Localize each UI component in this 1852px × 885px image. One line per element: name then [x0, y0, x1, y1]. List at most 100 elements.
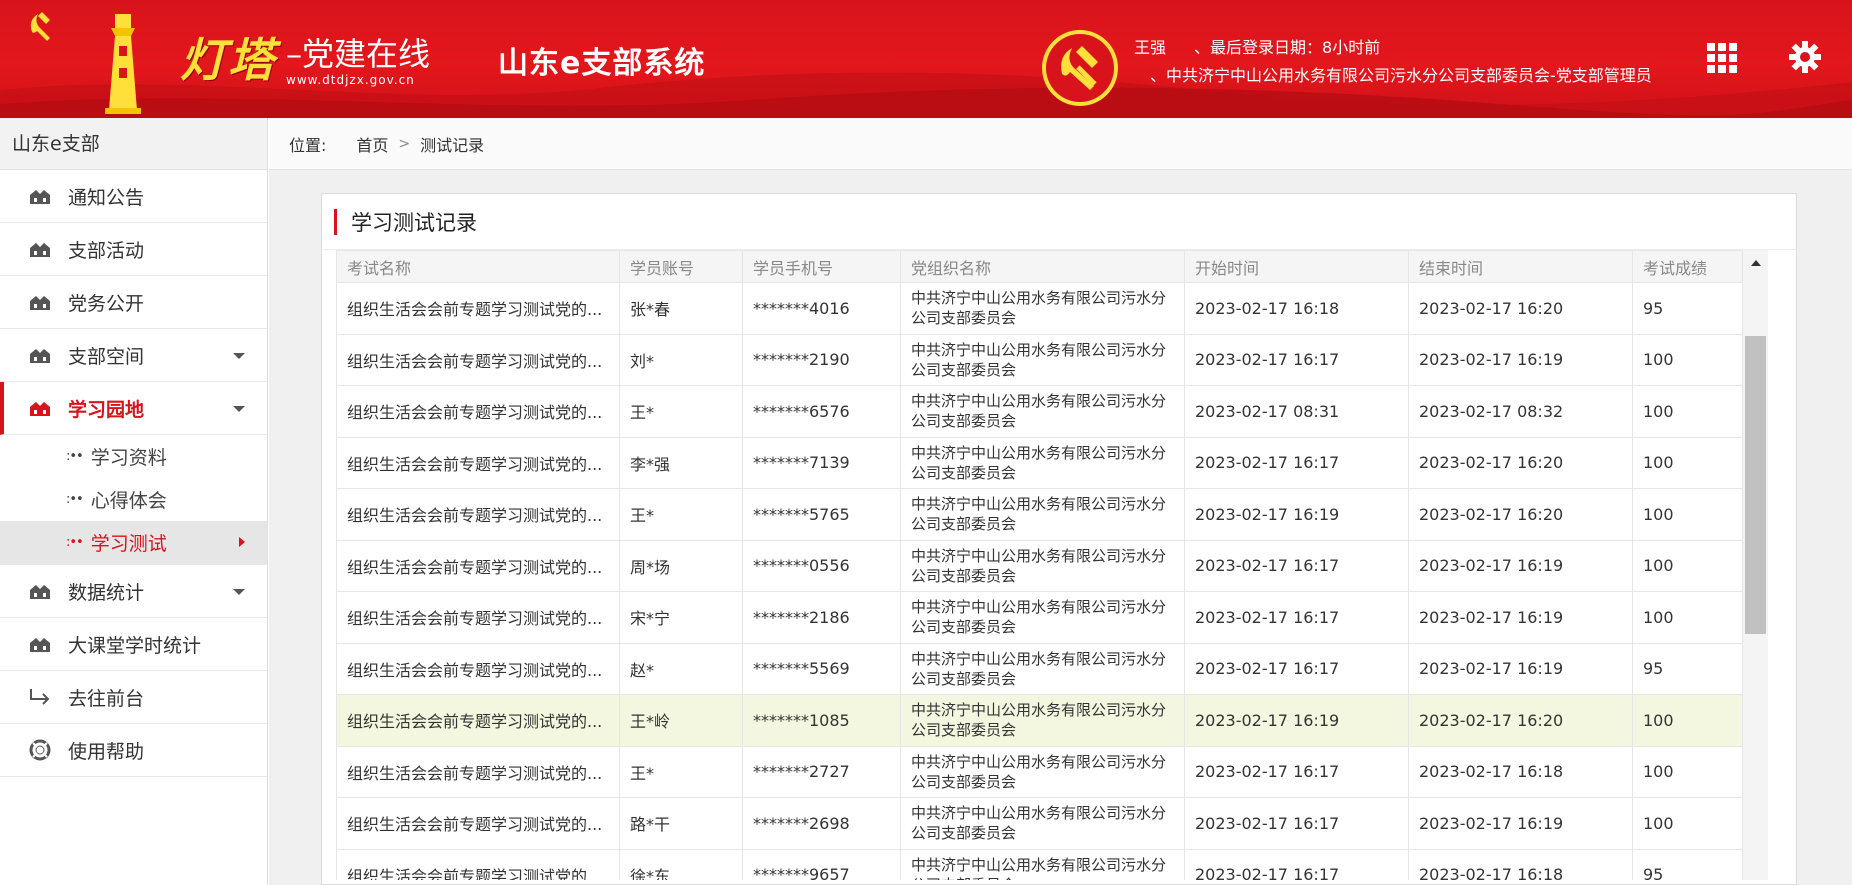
score-cell: 95	[1632, 282, 1757, 335]
student-phone-cell: *******2698	[742, 797, 901, 850]
start-time-cell: 2023-02-17 16:17	[1184, 333, 1409, 386]
title-accent-bar	[334, 208, 337, 235]
sidebar-submenu: :•• 学习资料 :•• 心得体会 :•• 学习测试	[0, 435, 267, 565]
sidebar-item-help[interactable]: 使用帮助	[0, 724, 267, 777]
column-header[interactable]: 结束时间	[1408, 250, 1633, 283]
exam-name-cell: 组织生活会会前专题学习测试党的...	[336, 694, 620, 747]
scrollbar-thumb[interactable]	[1745, 336, 1766, 634]
org-name-cell: 中共济宁中山公用水务有限公司污水分公司支部委员会	[900, 488, 1185, 541]
sidebar-item-notices[interactable]: 通知公告	[0, 170, 267, 223]
table-row[interactable]: 组织生活会会前专题学习测试党的... 张*春 *******4016 中共济宁中山公用…	[336, 282, 1757, 335]
sidebar-item-label: 学习园地	[68, 398, 145, 421]
column-header[interactable]: 考试名称	[336, 250, 620, 283]
exam-name-cell: 组织生活会会前专题学习测试党的...	[336, 333, 620, 386]
exam-name-cell: 组织生活会会前专题学习测试党的...	[336, 591, 620, 644]
end-time-cell: 2023-02-17 08:32	[1408, 385, 1633, 438]
column-header[interactable]: 学员账号	[619, 250, 743, 283]
student-phone-cell: *******2727	[742, 745, 901, 798]
table-row[interactable]: 组织生活会会前专题学习测试党的... 王* *******5765 中共济宁中山公用水…	[336, 488, 1757, 541]
list-dots-icon: :••	[66, 535, 84, 550]
score-cell: 100	[1632, 385, 1757, 438]
end-time-cell: 2023-02-17 16:18	[1408, 848, 1633, 880]
student-phone-cell: *******9657	[742, 848, 901, 880]
table-row[interactable]: 组织生活会会前专题学习测试党的... 刘* *******2190 中共济宁中山公用水…	[336, 333, 1757, 386]
sidebar-item-party-affairs[interactable]: 党务公开	[0, 276, 267, 329]
user-name[interactable]: 王强	[1134, 34, 1166, 58]
table-row[interactable]: 组织生活会会前专题学习测试党的... 周*场 *******0556 中共济宁中山公用…	[336, 539, 1757, 592]
sidebar-item-study-garden[interactable]: 学习园地	[0, 382, 267, 435]
score-cell: 100	[1632, 797, 1757, 850]
score-cell: 95	[1632, 642, 1757, 695]
start-time-cell: 2023-02-17 16:17	[1184, 436, 1409, 489]
score-cell: 95	[1632, 848, 1757, 880]
gear-icon[interactable]	[1788, 40, 1822, 74]
exam-name-cell: 组织生活会会前专题学习测试党的...	[336, 797, 620, 850]
chevron-down-icon	[233, 589, 245, 595]
sidebar-item-go-frontend[interactable]: 去往前台	[0, 671, 267, 724]
score-cell: 100	[1632, 694, 1757, 747]
help-lifebuoy-icon	[28, 739, 52, 761]
sidebar-item-label: 使用帮助	[68, 740, 145, 763]
student-phone-cell: *******0556	[742, 539, 901, 592]
start-time-cell: 2023-02-17 16:17	[1184, 848, 1409, 880]
table-row[interactable]: 组织生活会会前专题学习测试党的... 王* *******6576 中共济宁中山公用水…	[336, 385, 1757, 438]
table-row[interactable]: 组织生活会会前专题学习测试党的... 李*强 *******7139 中共济宁中山公用…	[336, 436, 1757, 489]
sidebar-subitem-study-materials[interactable]: :•• 学习资料	[0, 435, 267, 478]
sidebar-item-label: 支部空间	[68, 345, 145, 368]
student-phone-cell: *******7139	[742, 436, 901, 489]
end-time-cell: 2023-02-17 16:18	[1408, 745, 1633, 798]
table-row[interactable]: 组织生活会会前专题学习测试党的... 宋*宁 *******2186 中共济宁中山公用…	[336, 591, 1757, 644]
apps-grid-icon[interactable]	[1707, 43, 1737, 73]
exam-name-cell: 组织生活会会前专题学习测试党的...	[336, 642, 620, 695]
vertical-scrollbar[interactable]	[1742, 250, 1768, 880]
table-row[interactable]: 组织生活会会前专题学习测试党的... 路*干 *******2698 中共济宁中山公用…	[336, 797, 1757, 850]
org-name-cell: 中共济宁中山公用水务有限公司污水分公司支部委员会	[900, 333, 1185, 386]
list-dots-icon: :••	[66, 449, 84, 464]
end-time-cell: 2023-02-17 16:20	[1408, 282, 1633, 335]
column-header[interactable]: 学员手机号	[742, 250, 901, 283]
panel-title: 学习测试记录	[322, 194, 1796, 250]
chevron-down-icon	[233, 353, 245, 359]
student-phone-cell: *******5765	[742, 488, 901, 541]
student-phone-cell: *******2186	[742, 591, 901, 644]
student-account-cell: 李*强	[619, 436, 743, 489]
redirect-arrow-icon	[28, 687, 52, 707]
table-row[interactable]: 组织生活会会前专题学习测试党的... 王*岭 *******1085 中共济宁中山公用…	[336, 694, 1757, 747]
sidebar-item-label: 大课堂学时统计	[68, 634, 202, 657]
table-row[interactable]: 组织生活会会前专题学习测试党的... 赵* *******5569 中共济宁中山公用水…	[336, 642, 1757, 695]
sidebar-item-class-hours[interactable]: 大课堂学时统计	[0, 618, 267, 671]
end-time-cell: 2023-02-17 16:19	[1408, 539, 1633, 592]
sidebar-item-label: 数据统计	[68, 581, 145, 604]
start-time-cell: 2023-02-17 16:19	[1184, 488, 1409, 541]
sidebar-subitem-study-test[interactable]: :•• 学习测试	[0, 521, 267, 564]
sidebar-item-statistics[interactable]: 数据统计	[0, 565, 267, 618]
logo-sub-text: –党建在线	[286, 35, 431, 73]
sidebar-title: 山东e支部	[0, 118, 267, 170]
sidebar-subitem-experiences[interactable]: :•• 心得体会	[0, 478, 267, 521]
exam-name-cell: 组织生活会会前专题学习测试党的...	[336, 488, 620, 541]
chevron-right-icon: >	[398, 135, 411, 152]
breadcrumb-home-link[interactable]: 首页	[356, 132, 388, 156]
sidebar-item-branch-activities[interactable]: 支部活动	[0, 223, 267, 276]
org-name-cell: 中共济宁中山公用水务有限公司污水分公司支部委员会	[900, 385, 1185, 438]
building-icon	[28, 581, 52, 601]
column-header[interactable]: 党组织名称	[900, 250, 1185, 283]
score-cell: 100	[1632, 333, 1757, 386]
site-logo[interactable]: 灯塔 –党建在线 www.dtdjzx.gov.cn	[180, 24, 431, 87]
org-name-cell: 中共济宁中山公用水务有限公司污水分公司支部委员会	[900, 282, 1185, 335]
end-time-cell: 2023-02-17 16:20	[1408, 488, 1633, 541]
student-account-cell: 张*春	[619, 282, 743, 335]
sidebar-item-label: 支部活动	[68, 239, 145, 262]
exam-name-cell: 组织生活会会前专题学习测试党的...	[336, 848, 620, 880]
scroll-up-arrow-icon[interactable]	[1751, 260, 1761, 266]
table-row[interactable]: 组织生活会会前专题学习测试党的... 徐*东 *******9657 中共济宁中山公用…	[336, 848, 1757, 880]
student-account-cell: 王*	[619, 745, 743, 798]
sidebar: 山东e支部 通知公告 支部活动 党务公开 支部空间 学习园地 :•• 学习资料 …	[0, 118, 268, 885]
column-header[interactable]: 考试成绩	[1632, 250, 1757, 283]
table-row[interactable]: 组织生活会会前专题学习测试党的... 王* *******2727 中共济宁中山公用水…	[336, 745, 1757, 798]
end-time-cell: 2023-02-17 16:19	[1408, 642, 1633, 695]
records-table-body: 组织生活会会前专题学习测试党的... 张*春 *******4016 中共济宁中山公用…	[336, 282, 1757, 880]
sidebar-item-branch-space[interactable]: 支部空间	[0, 329, 267, 382]
org-name-cell: 中共济宁中山公用水务有限公司污水分公司支部委员会	[900, 539, 1185, 592]
column-header[interactable]: 开始时间	[1184, 250, 1409, 283]
